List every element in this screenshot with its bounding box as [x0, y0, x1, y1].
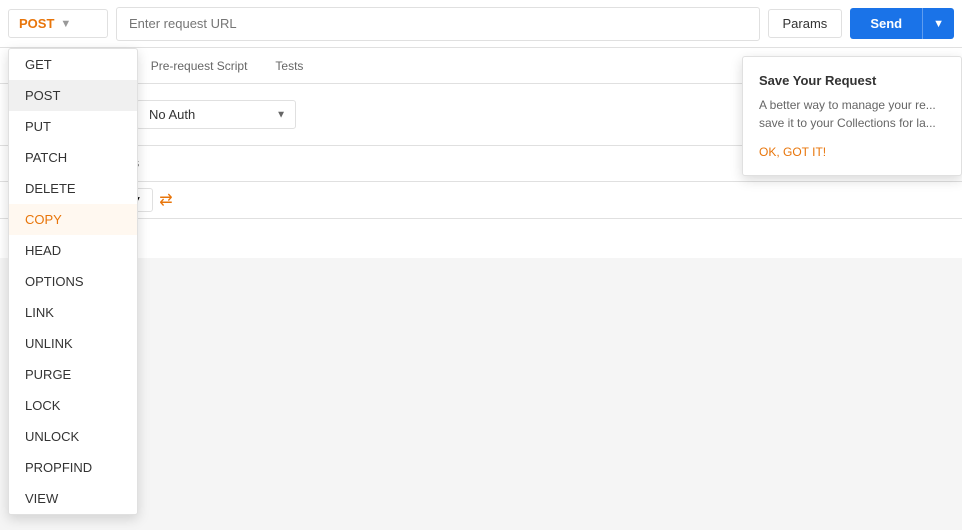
- tooltip-popup: Save Your Request A better way to manage…: [742, 56, 962, 176]
- method-label: POST: [19, 16, 54, 31]
- dropdown-item-get[interactable]: GET: [9, 49, 137, 80]
- top-bar: POST ▼ Params Send ▼: [0, 0, 962, 48]
- method-chevron-icon: ▼: [60, 18, 71, 30]
- send-button-group: Send ▼: [850, 8, 954, 39]
- dropdown-item-copy[interactable]: COPY: [9, 204, 137, 235]
- tooltip-title: Save Your Request: [759, 73, 945, 88]
- response-content: le specified.: [0, 219, 962, 258]
- dropdown-item-patch[interactable]: PATCH: [9, 142, 137, 173]
- dropdown-item-options[interactable]: OPTIONS: [9, 266, 137, 297]
- dropdown-item-delete[interactable]: DELETE: [9, 173, 137, 204]
- dropdown-item-lock[interactable]: LOCK: [9, 390, 137, 421]
- dropdown-item-link[interactable]: LINK: [9, 297, 137, 328]
- auth-select[interactable]: No Auth: [136, 100, 296, 129]
- url-input[interactable]: [116, 7, 760, 41]
- dropdown-item-put[interactable]: PUT: [9, 111, 137, 142]
- dropdown-item-head[interactable]: HEAD: [9, 235, 137, 266]
- tooltip-body: A better way to manage your re... save i…: [759, 96, 945, 132]
- response-toolbar: Preview HTML ▼ ⇄: [0, 182, 962, 219]
- dropdown-item-unlink[interactable]: UNLINK: [9, 328, 137, 359]
- send-dropdown-button[interactable]: ▼: [922, 8, 954, 39]
- params-button[interactable]: Params: [768, 9, 843, 38]
- dropdown-item-purge[interactable]: PURGE: [9, 359, 137, 390]
- wrap-icon[interactable]: ⇄: [159, 190, 172, 210]
- dropdown-item-view[interactable]: VIEW: [9, 483, 137, 514]
- dropdown-item-propfind[interactable]: PROPFIND: [9, 452, 137, 483]
- dropdown-item-post[interactable]: POST: [9, 80, 137, 111]
- tab-tests[interactable]: Tests: [261, 51, 317, 83]
- method-dropdown-button[interactable]: POST ▼: [8, 9, 108, 38]
- tab-pre-request-script[interactable]: Pre-request Script: [137, 51, 262, 83]
- dropdown-menu: GET POST PUT PATCH DELETE COPY HEAD OPTI…: [8, 48, 138, 515]
- tooltip-ok-link[interactable]: OK, GOT IT!: [759, 145, 826, 159]
- dropdown-item-unlock[interactable]: UNLOCK: [9, 421, 137, 452]
- auth-select-wrapper: No Auth: [136, 100, 296, 129]
- send-button[interactable]: Send: [850, 8, 922, 39]
